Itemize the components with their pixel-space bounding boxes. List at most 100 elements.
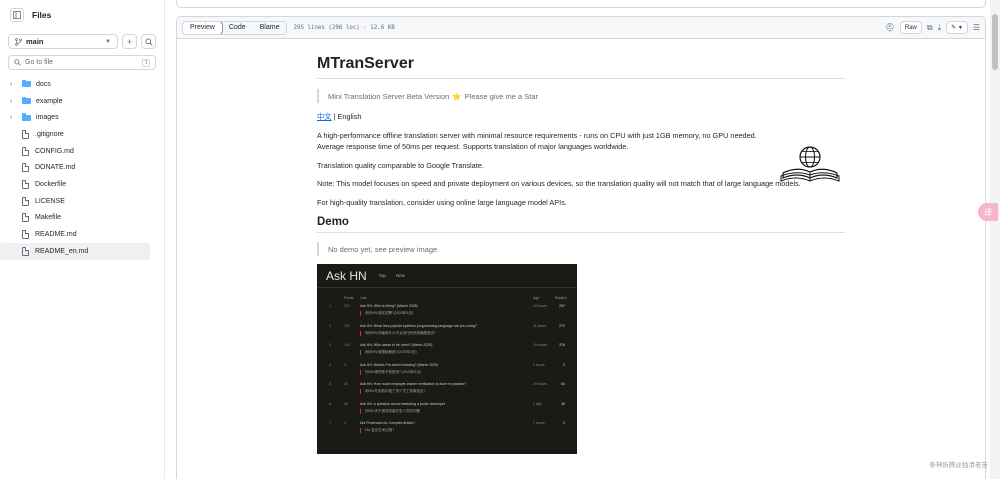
preview-translation: 询问HN:你使用什么不太流行的系统编程语言? — [360, 330, 565, 336]
scrollbar-thumb[interactable] — [992, 14, 998, 70]
tree-item-label: Dockerfile — [35, 180, 67, 188]
preview-rank: 2. — [329, 323, 332, 328]
preview-points: 3 — [344, 362, 346, 367]
tree-item-label: images — [36, 114, 59, 122]
file-tree: › docs › example › images .gitignore CONFIG… — [0, 76, 164, 260]
preview-age: 11 hours — [533, 323, 547, 328]
preview-points: 151 — [344, 323, 350, 328]
folder-icon — [22, 96, 31, 105]
tagline-quote: Mini Translation Server Beta Version ⭐ P… — [317, 89, 845, 103]
preview-replies: 376 — [559, 343, 565, 347]
preview-age: 19 hours — [533, 382, 547, 386]
go-to-file-placeholder: Go to file — [25, 59, 54, 66]
search-button[interactable] — [141, 34, 156, 49]
search-icon — [14, 59, 21, 66]
copy-icon[interactable]: ⧉ — [927, 23, 933, 33]
copilot-icon[interactable]: ⛑ — [885, 23, 895, 32]
pencil-icon: ✎ — [951, 25, 957, 31]
file-icon — [22, 246, 29, 256]
preview-title: Ask HN — [326, 268, 367, 283]
preview-points: 149 — [344, 343, 350, 347]
preview-list-item: 5. 36 Ask HN: How much employer-insider ve… — [317, 378, 577, 398]
preview-link: Ask HN: What less-popular systems progra… — [360, 323, 477, 328]
tree-item-label: docs — [36, 80, 51, 88]
note-paragraph: Note: This model focuses on speed and pr… — [317, 179, 801, 188]
preview-screenshot: Ask HN Top New Points Link Age Replies 1… — [317, 264, 577, 454]
demo-heading: Demo — [317, 216, 845, 233]
preview-rank: 5. — [329, 382, 332, 386]
sidebar-toggle-button[interactable] — [10, 8, 24, 22]
preview-points: 36 — [344, 382, 348, 386]
recommend-paragraph: For high-quality translation, consider u… — [317, 197, 567, 207]
raw-button[interactable]: Raw — [899, 21, 922, 34]
preview-rank: 6. — [329, 401, 332, 406]
preview-age: 19 hours — [533, 343, 547, 347]
tree-file-gitignore[interactable]: .gitignore — [0, 126, 150, 143]
tree-file-donate[interactable]: DONATE.md — [0, 159, 150, 176]
watermark: 条神折腾@独清老苦 — [929, 462, 988, 469]
tree-folder-docs[interactable]: › docs — [0, 76, 150, 93]
tree-file-makefile[interactable]: Makefile — [0, 210, 150, 227]
demo-quote: No demo yet, see preview image — [317, 242, 845, 256]
intro-paragraph: A high-performance offline translation s… — [317, 130, 757, 152]
preview-replies: 36 — [561, 401, 565, 406]
commit-bar — [176, 0, 986, 8]
tab-preview[interactable]: Preview — [183, 21, 223, 34]
tab-blame[interactable]: Blame — [253, 22, 287, 34]
quality-paragraph: Translation quality comparable to Google… — [317, 160, 484, 170]
branch-name: main — [26, 37, 44, 46]
preview-rank: 3. — [329, 343, 332, 347]
git-branch-icon — [15, 37, 22, 46]
view-mode-tabs: Preview Code Blame — [182, 20, 288, 35]
tree-item-label: Makefile — [35, 214, 62, 222]
preview-replies: 270 — [559, 323, 565, 328]
file-viewer: Preview Code Blame 295 lines (206 loc) ·… — [176, 16, 986, 479]
readme-content: MTranServer Mini Translation Server Beta… — [317, 55, 845, 454]
edit-button[interactable]: ✎ ▼ — [946, 21, 968, 34]
preview-link: Ask HN: A question about mentoring a jun… — [360, 401, 446, 406]
tree-folder-images[interactable]: › images — [0, 109, 150, 126]
preview-age: 7 hours — [533, 421, 545, 425]
download-icon[interactable]: ⤓ — [938, 23, 942, 33]
chevron-right-icon: › — [10, 97, 13, 105]
branch-selector[interactable]: main ▼ — [8, 34, 118, 49]
tree-file-dockerfile[interactable]: Dockerfile — [0, 176, 150, 193]
preview-nav-new: New — [395, 273, 405, 278]
file-icon — [22, 179, 29, 189]
file-icon — [22, 163, 29, 173]
page-scrollbar[interactable] — [990, 0, 1000, 479]
preview-rank: 7. — [329, 421, 332, 425]
go-to-file-input[interactable]: Go to file t — [8, 55, 156, 70]
file-icon — [22, 230, 29, 240]
preview-points: 26 — [344, 401, 348, 406]
tree-item-label: DONATE.md — [35, 164, 76, 172]
tree-folder-example[interactable]: › example — [0, 93, 150, 110]
search-icon — [144, 37, 153, 46]
preview-age: 19 hours — [533, 304, 547, 308]
tab-code[interactable]: Code — [222, 22, 253, 34]
folder-icon — [22, 113, 31, 121]
tree-item-label: CONFIG.md — [35, 147, 74, 155]
file-icon — [22, 213, 29, 223]
preview-age: 1 day — [533, 401, 542, 406]
preview-list-item: 3. 149 Ask HN: Who wants to be hired? (Mar… — [317, 339, 577, 359]
preview-replies: 267 — [559, 304, 565, 308]
preview-list-item: 2. 151 Ask HN: What less-popular systems p… — [317, 320, 577, 340]
preview-rank: 1. — [329, 304, 332, 308]
preview-list-item: 7. 2 Dia Processes for Complex Artists? 7 h… — [317, 417, 577, 437]
tree-file-readme-en[interactable]: README_en.md — [0, 242, 150, 260]
readme-title: MTranServer — [317, 55, 845, 79]
chinese-link[interactable]: 中文 — [317, 112, 332, 121]
language-links: 中文 | English — [317, 111, 845, 123]
translate-fab[interactable]: 译 — [978, 203, 998, 221]
tree-file-config[interactable]: CONFIG.md — [0, 143, 150, 160]
shortcut-hint: t — [142, 58, 150, 67]
tree-item-label: README.md — [35, 231, 77, 239]
add-file-button[interactable]: + — [122, 34, 137, 49]
tree-file-readme[interactable]: README.md — [0, 226, 150, 243]
preview-translation: 询HN:在实践中做了多少员工背景验证? — [360, 389, 565, 394]
outline-icon[interactable]: ☰ — [973, 23, 980, 32]
tree-file-license[interactable]: LICENSE — [0, 193, 150, 210]
sidebar-header: Files — [0, 0, 164, 30]
preview-replies: 0 — [563, 362, 565, 367]
